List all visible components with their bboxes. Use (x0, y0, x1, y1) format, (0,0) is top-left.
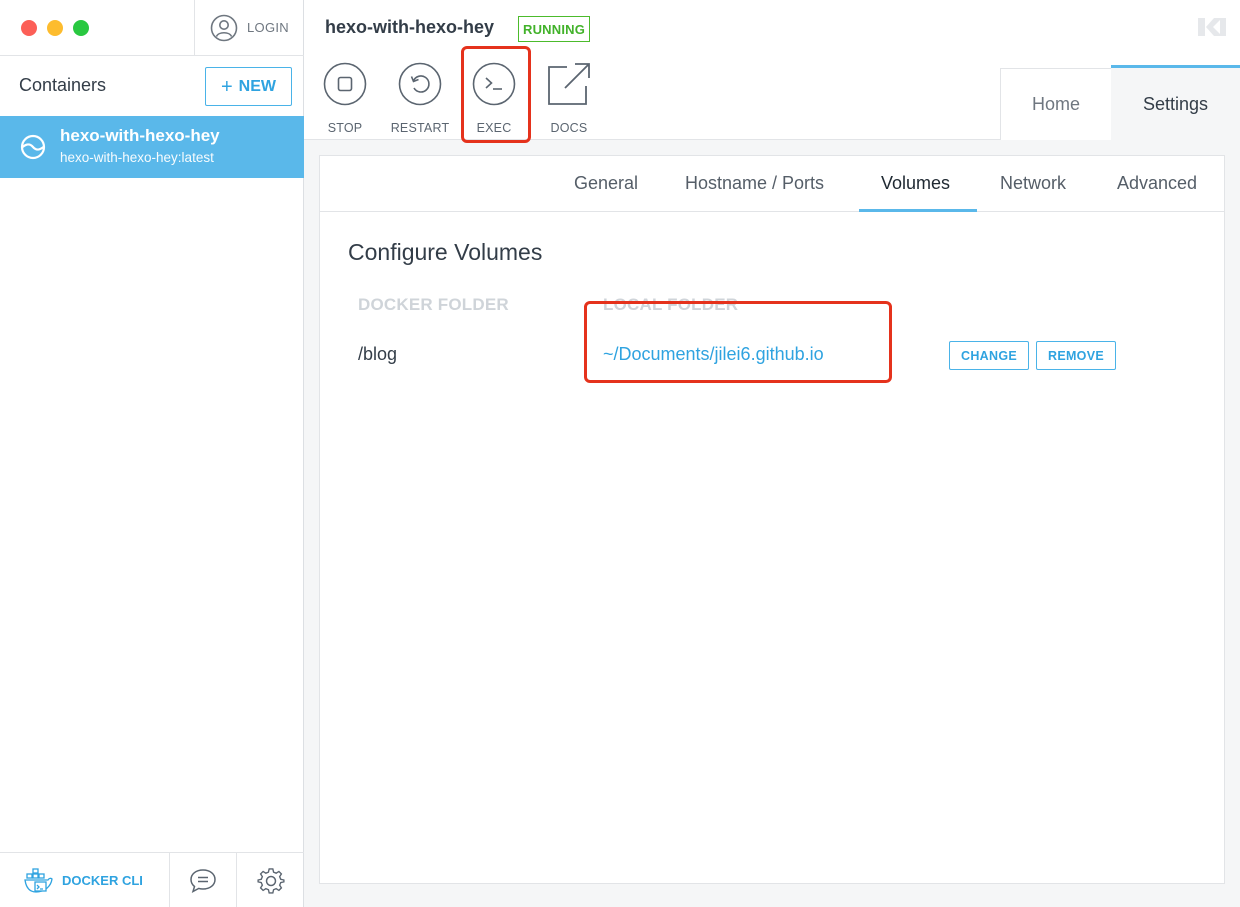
container-list-item[interactable]: hexo-with-hexo-hey hexo-with-hexo-hey:la… (0, 116, 304, 178)
container-name: hexo-with-hexo-hey (60, 126, 220, 145)
login-label: LOGIN (247, 20, 289, 35)
gear-icon (256, 867, 285, 894)
sidebar-footer: DOCKER CLI (0, 852, 304, 907)
stop-button[interactable]: STOP (312, 62, 378, 135)
sidebar-divider (0, 55, 304, 56)
container-image: hexo-with-hexo-hey:latest (60, 150, 214, 165)
restart-button[interactable]: RESTART (387, 62, 453, 135)
user-icon (210, 14, 238, 41)
external-link-icon (548, 63, 590, 105)
docker-cli-button[interactable]: DOCKER CLI (0, 853, 170, 907)
settings-panel: General Hostname / Ports Volumes Network… (319, 155, 1225, 884)
containers-title: Containers (19, 75, 107, 95)
preferences-button[interactable] (237, 853, 304, 907)
docs-button[interactable]: DOCS (536, 62, 602, 135)
plus-icon: + (220, 75, 233, 98)
container-header: hexo-with-hexo-hey RUNNING STOP RESTART (304, 0, 1240, 141)
subtab-hostname-ports[interactable]: Hostname / Ports (685, 173, 824, 194)
subtab-network[interactable]: Network (1000, 173, 1066, 194)
remove-volume-button[interactable]: REMOVE (1036, 341, 1116, 370)
login-button[interactable]: LOGIN (194, 0, 304, 55)
volumes-title: Configure Volumes (348, 239, 543, 265)
stop-label: STOP (327, 121, 363, 135)
new-button-label: NEW (238, 77, 276, 95)
subtab-volumes[interactable]: Volumes (881, 173, 950, 194)
status-badge: RUNNING (518, 16, 591, 42)
settings-subtabs: General Hostname / Ports Volumes Network… (320, 156, 1224, 212)
docs-label: DOCS (550, 121, 588, 135)
volume-docker-path: /blog (358, 344, 398, 364)
kitematic-logo-icon (1198, 16, 1226, 38)
minimize-window-button[interactable] (47, 20, 63, 36)
change-volume-button[interactable]: CHANGE (949, 341, 1029, 370)
restart-icon (398, 62, 442, 106)
docker-folder-header: DOCKER FOLDER (358, 295, 509, 314)
new-container-button[interactable]: + NEW (205, 67, 292, 106)
exec-highlight-box (461, 46, 531, 143)
feedback-button[interactable] (170, 853, 237, 907)
tab-settings[interactable]: Settings (1111, 65, 1240, 141)
restart-label: RESTART (390, 121, 450, 135)
subtab-general[interactable]: General (574, 173, 638, 194)
docker-cli-icon (24, 867, 53, 893)
main-area: hexo-with-hexo-hey RUNNING STOP RESTART (304, 0, 1240, 907)
zoom-window-button[interactable] (73, 20, 89, 36)
window-controls (21, 20, 89, 36)
close-window-button[interactable] (21, 20, 37, 36)
local-folder-highlight-box (584, 301, 892, 383)
docker-cli-label: DOCKER CLI (62, 873, 143, 888)
sidebar: LOGIN Containers + NEW hexo-with-hexo-he… (0, 0, 304, 907)
container-status-icon (20, 134, 46, 160)
header-container-name: hexo-with-hexo-hey (325, 17, 495, 37)
chat-icon (190, 868, 216, 893)
active-subtab-indicator (859, 209, 977, 212)
subtab-advanced[interactable]: Advanced (1117, 173, 1197, 194)
stop-icon (323, 62, 367, 106)
tab-home[interactable]: Home (1000, 68, 1112, 140)
